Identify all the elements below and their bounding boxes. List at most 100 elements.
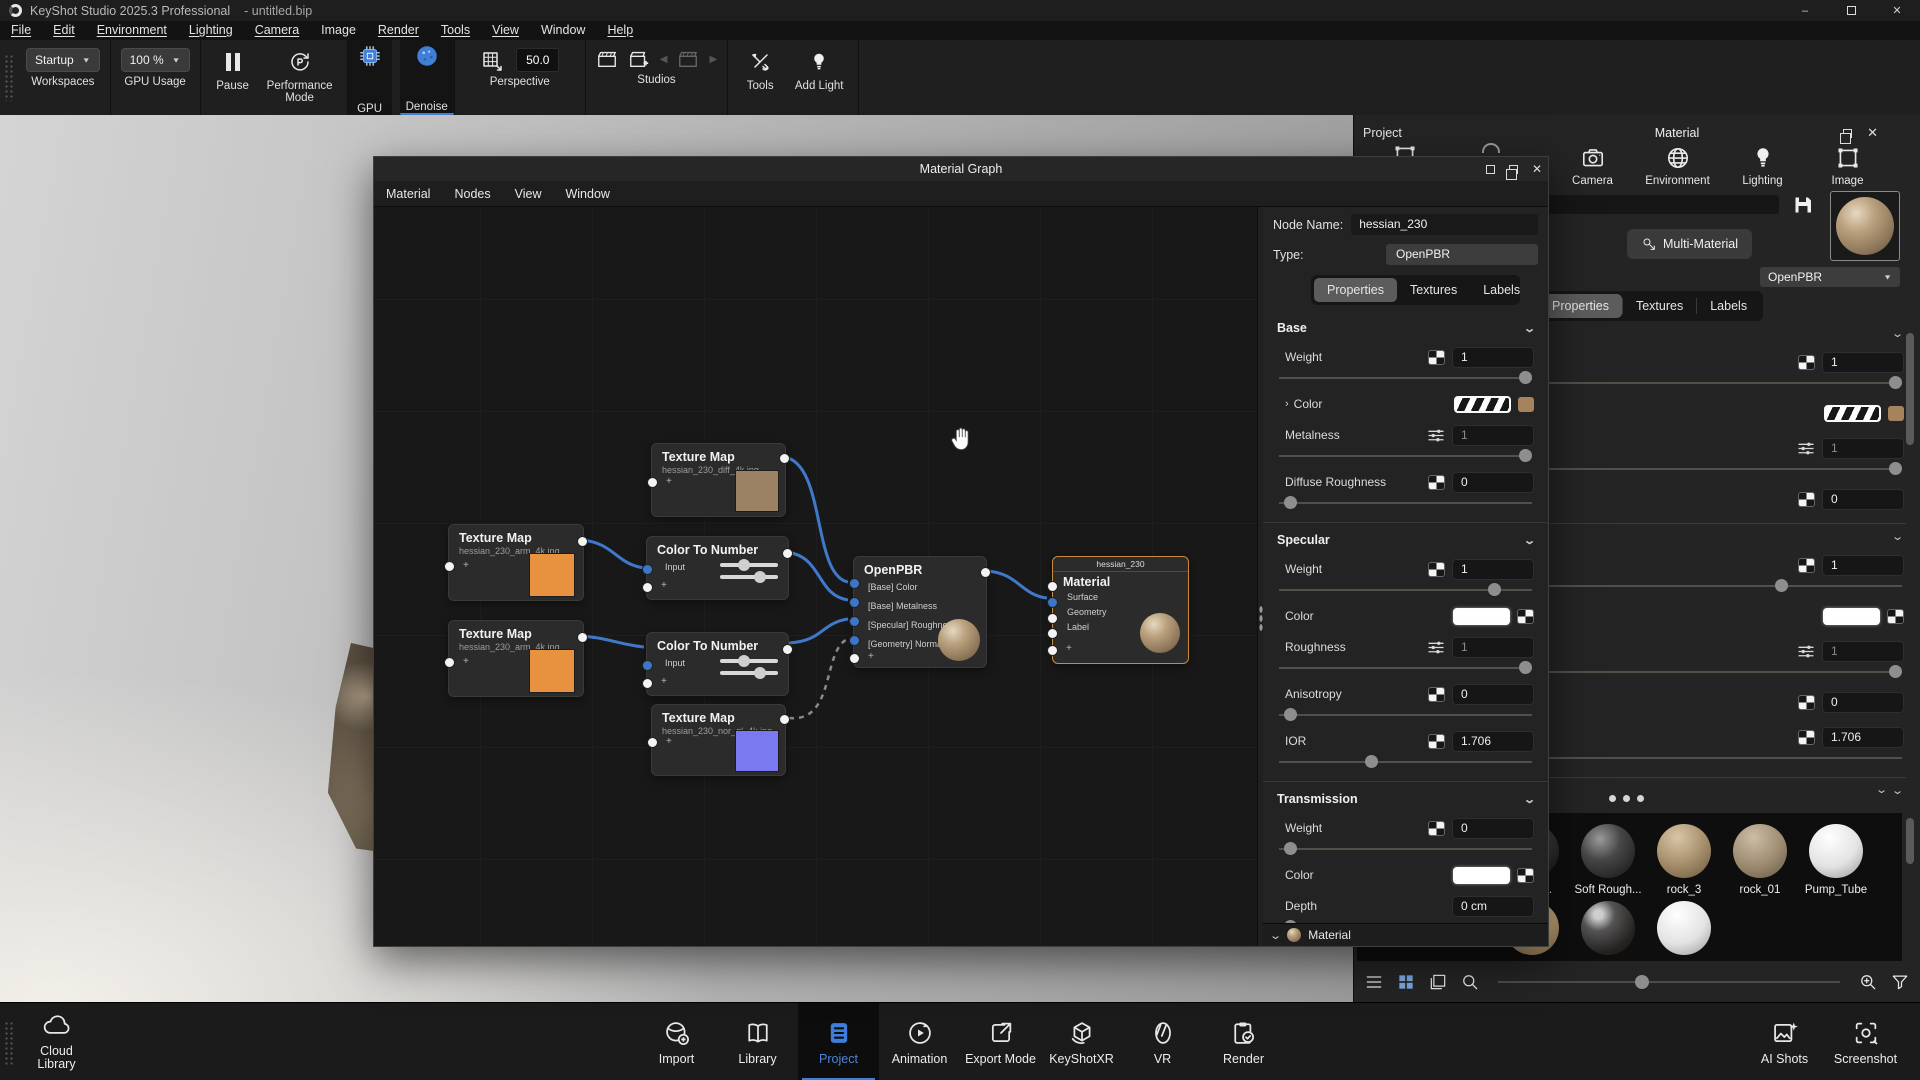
- menu-help[interactable]: Help: [596, 21, 644, 40]
- input-port[interactable]: [1047, 581, 1058, 592]
- value-field[interactable]: 0: [1822, 489, 1904, 510]
- node-texture-map-arm2[interactable]: Texture Map hessian_230_arm_4k.jpg +: [448, 620, 584, 697]
- library-scrollbar[interactable]: [1906, 818, 1914, 864]
- material-tab-camera[interactable]: Camera: [1550, 145, 1635, 187]
- library-material[interactable]: [1657, 901, 1711, 961]
- add-port[interactable]: [1047, 645, 1058, 656]
- toolbar-grip[interactable]: [4, 54, 14, 101]
- studio-list-icon[interactable]: [677, 48, 699, 70]
- value-field[interactable]: 0: [1452, 818, 1534, 839]
- value-field[interactable]: 1: [1822, 555, 1904, 576]
- layers-view-icon[interactable]: [1428, 972, 1448, 992]
- taskbar-grip[interactable]: [4, 1021, 14, 1066]
- more-rows-dots[interactable]: [1609, 793, 1644, 806]
- material-collapse-bar[interactable]: ⌄ Material: [1263, 923, 1548, 946]
- texture-icon[interactable]: [1798, 695, 1815, 710]
- list-view-icon[interactable]: [1364, 972, 1384, 992]
- menu-environment[interactable]: Environment: [86, 21, 178, 40]
- library-material-rock_01[interactable]: rock_01: [1733, 824, 1787, 896]
- studio-icon[interactable]: [596, 48, 618, 70]
- node-tab-labels[interactable]: Labels: [1470, 278, 1533, 302]
- node-texture-map-diff[interactable]: Texture Map hessian_230_diff_4k.jpg +: [651, 443, 786, 517]
- search-icon[interactable]: [1460, 972, 1480, 992]
- menu-image[interactable]: Image: [310, 21, 367, 40]
- output-port[interactable]: [779, 714, 790, 725]
- value-slider[interactable]: [1279, 496, 1532, 509]
- tools-button[interactable]: Tools: [738, 48, 782, 92]
- graph-menu-nodes[interactable]: Nodes: [442, 187, 502, 201]
- color-swatch[interactable]: [1823, 608, 1880, 625]
- input-port-surface[interactable]: [1047, 597, 1058, 608]
- input-port-specular-roughness[interactable]: [849, 616, 860, 627]
- material-preview[interactable]: [1830, 191, 1900, 261]
- texture-icon[interactable]: [1798, 558, 1815, 573]
- chevron-down-icon[interactable]: ⌄: [1891, 530, 1904, 543]
- material-tab-lighting[interactable]: Lighting: [1720, 145, 1805, 187]
- close-panel-icon[interactable]: ✕: [1867, 125, 1878, 141]
- library-material[interactable]: [1581, 901, 1635, 961]
- taskbar-render[interactable]: Render: [1203, 1003, 1284, 1080]
- mixer-icon[interactable]: [1427, 428, 1445, 443]
- color-swatch[interactable]: [1518, 397, 1534, 412]
- perspective-icon[interactable]: [480, 48, 504, 72]
- input-port-base-color[interactable]: [849, 578, 860, 589]
- taskbar-vr[interactable]: VR: [1122, 1003, 1203, 1080]
- section-header[interactable]: Transmission⌄: [1275, 790, 1536, 810]
- maximize-button[interactable]: [1828, 0, 1874, 21]
- value-slider[interactable]: [1279, 661, 1532, 674]
- menu-lighting[interactable]: Lighting: [178, 21, 244, 40]
- cloud-library-button[interactable]: CloudLibrary: [16, 1003, 97, 1080]
- graph-menu-material[interactable]: Material: [374, 187, 442, 201]
- chevron-down-icon[interactable]: ⌄: [1891, 784, 1904, 797]
- library-material-pump_tube[interactable]: Pump_Tube: [1809, 824, 1863, 896]
- texture-icon[interactable]: [1517, 868, 1534, 883]
- texture-icon[interactable]: [1798, 730, 1815, 745]
- menu-tools[interactable]: Tools: [430, 21, 481, 40]
- node-color-to-number-2[interactable]: Color To Number Input +: [646, 632, 789, 696]
- texture-driven-swatch[interactable]: [1824, 405, 1881, 422]
- value-slider[interactable]: [1279, 371, 1532, 384]
- taskbar-import[interactable]: Import: [636, 1003, 717, 1080]
- material-name-field[interactable]: [1539, 195, 1779, 214]
- material-tab-textures[interactable]: Textures: [1623, 294, 1696, 318]
- material-tab-environment[interactable]: Environment: [1635, 145, 1720, 187]
- texture-icon[interactable]: [1428, 350, 1445, 365]
- mixer-icon[interactable]: [1797, 644, 1815, 659]
- next-studio-icon[interactable]: ▶: [709, 54, 717, 65]
- material-tab-labels[interactable]: Labels: [1697, 294, 1760, 318]
- color-swatch[interactable]: [1453, 608, 1510, 625]
- workspace-dropdown[interactable]: Startup ▼: [26, 48, 100, 72]
- add-light-button[interactable]: Add Light: [790, 48, 848, 92]
- taskbar-keyshotxr[interactable]: KeyShotXR: [1041, 1003, 1122, 1080]
- add-port[interactable]: [642, 582, 653, 593]
- material-tab-image[interactable]: Image: [1805, 145, 1890, 187]
- input-port[interactable]: [444, 657, 455, 668]
- taskbar-animation[interactable]: Animation: [879, 1003, 960, 1080]
- menu-file[interactable]: File: [0, 21, 42, 40]
- expand-icon[interactable]: ›: [1285, 398, 1289, 410]
- section-header[interactable]: Base⌄: [1275, 319, 1536, 339]
- texture-driven-swatch[interactable]: [1454, 396, 1511, 413]
- thumbnail-size-slider[interactable]: [1498, 981, 1840, 983]
- value-field[interactable]: 1: [1452, 559, 1534, 580]
- graph-menu-window[interactable]: Window: [553, 187, 621, 201]
- close-window-icon[interactable]: ✕: [1532, 162, 1542, 176]
- panel-scrollbar[interactable]: [1906, 333, 1914, 445]
- taskbar-ai-shots[interactable]: AI Shots: [1744, 1003, 1825, 1080]
- section-header[interactable]: Specular⌄: [1275, 531, 1536, 551]
- node-texture-map-normal[interactable]: Texture Map hessian_230_nor_gl_4k.jpg +: [651, 704, 786, 776]
- gpu-usage-dropdown[interactable]: 100 % ▼: [121, 48, 190, 72]
- library-material-rock_3[interactable]: rock_3: [1657, 824, 1711, 896]
- input-port-label[interactable]: [1047, 628, 1058, 639]
- taskbar-export-mode[interactable]: Export Mode: [960, 1003, 1041, 1080]
- filter-icon[interactable]: [1890, 972, 1910, 992]
- mixer-icon[interactable]: [1427, 640, 1445, 655]
- node-texture-map-arm1[interactable]: Texture Map hessian_230_arm_4k.jpg +: [448, 524, 584, 601]
- menu-edit[interactable]: Edit: [42, 21, 86, 40]
- value-field[interactable]: 1: [1452, 637, 1534, 658]
- value-field[interactable]: 1.706: [1452, 731, 1534, 752]
- value-field[interactable]: 0: [1822, 692, 1904, 713]
- value-slider[interactable]: [1279, 708, 1532, 721]
- value-field[interactable]: 1: [1822, 641, 1904, 662]
- input-port-geometry[interactable]: [1047, 613, 1058, 624]
